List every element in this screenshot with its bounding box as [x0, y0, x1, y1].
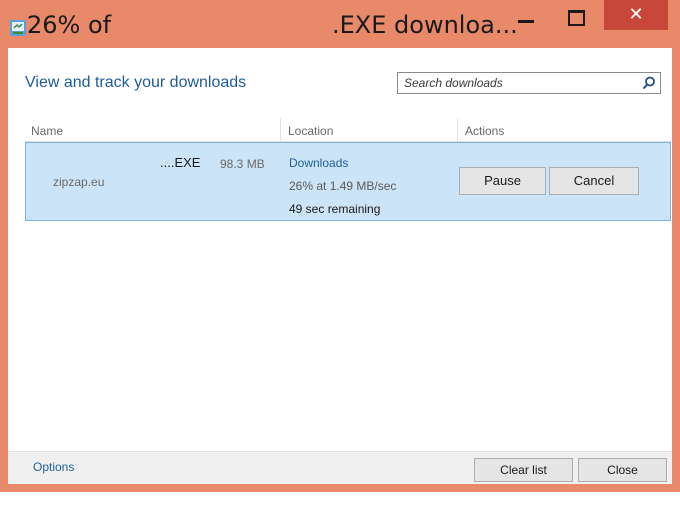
maximize-icon[interactable] [556, 4, 590, 30]
column-header-name[interactable]: Name [31, 120, 63, 142]
close-button[interactable]: Close [578, 458, 667, 482]
search-placeholder: Search downloads [404, 76, 503, 90]
close-icon[interactable]: ✕ [604, 0, 668, 30]
page-title: View and track your downloads [25, 74, 247, 91]
minimize-icon[interactable] [508, 4, 542, 30]
downloads-panel: View and track your downloads Search dow… [8, 48, 672, 484]
download-progress-text: 26% at 1.49 MB/sec [289, 179, 397, 193]
pause-button[interactable]: Pause [459, 167, 546, 195]
cancel-button[interactable]: Cancel [549, 167, 639, 195]
title-bar[interactable]: 26% of .EXE downloa... ✕ [0, 0, 680, 48]
search-input[interactable]: Search downloads [397, 72, 661, 94]
footer-bar: Options Clear list Close [8, 451, 672, 484]
options-link[interactable]: Options [33, 460, 74, 474]
file-name: ....EXE [160, 155, 201, 170]
window-title-file: .EXE downloa... [332, 11, 518, 39]
column-divider [280, 118, 281, 142]
window-title-progress: 26% of [27, 11, 112, 39]
location-link[interactable]: Downloads [289, 156, 348, 170]
download-row[interactable]: ....EXE 98.3 MB zipzap.eu Downloads 26% … [25, 142, 671, 221]
column-header-location[interactable]: Location [288, 120, 333, 142]
file-source: zipzap.eu [53, 175, 105, 189]
time-remaining: 49 sec remaining [289, 202, 381, 216]
column-divider [457, 118, 458, 142]
search-icon[interactable] [642, 76, 656, 90]
column-header-actions[interactable]: Actions [465, 120, 504, 142]
file-size: 98.3 MB [220, 157, 265, 171]
downloads-app-icon [10, 20, 26, 36]
download-window: 26% of .EXE downloa... ✕ View and track … [0, 0, 680, 492]
clear-list-button[interactable]: Clear list [474, 458, 573, 482]
